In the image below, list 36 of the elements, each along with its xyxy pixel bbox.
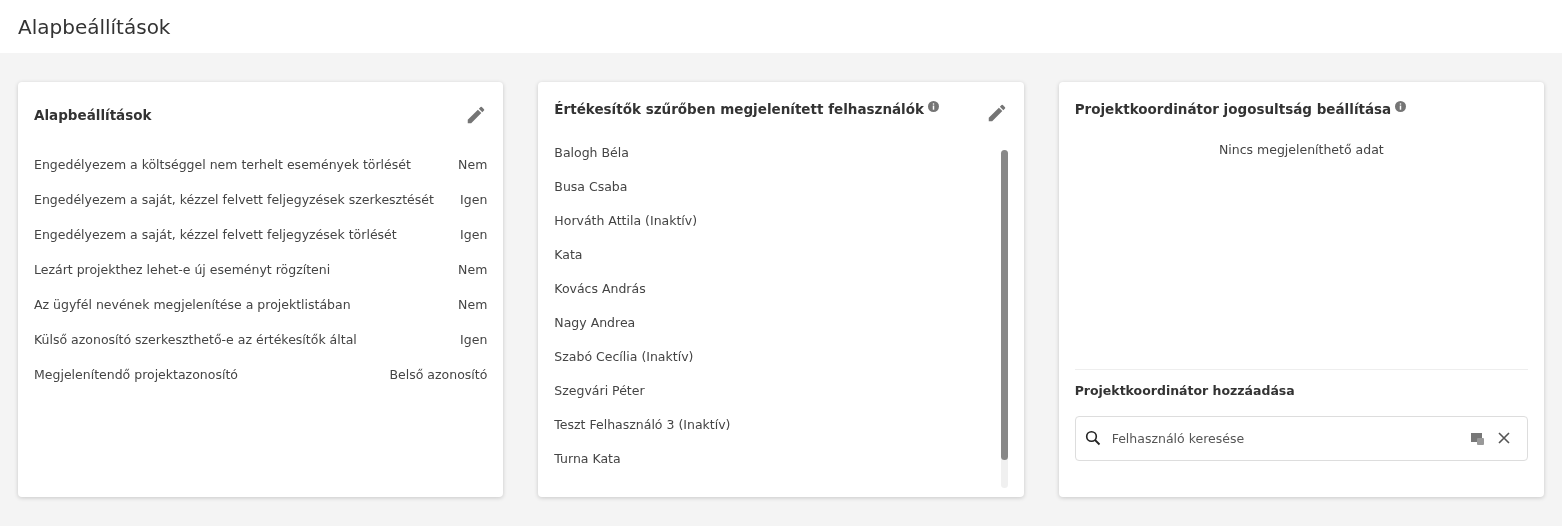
user-name: Nagy Andrea — [554, 313, 636, 332]
setting-value: Igen — [460, 226, 488, 245]
setting-label: Külső azonosító szerkeszthető-e az értékesítők által — [34, 331, 357, 350]
card-title: Értékesítők szűrőben megjelenített felhasználók — [554, 101, 939, 118]
info-icon — [1395, 101, 1407, 112]
user-name: Szegvári Péter — [554, 381, 645, 400]
card-title: Alapbeállítások — [34, 106, 152, 124]
user-name: Kata — [554, 245, 583, 264]
user-name: Balogh Béla — [554, 143, 629, 162]
user-name: Teszt Felhasználó 3 (Inaktív) — [554, 415, 731, 434]
setting-value: Nem — [458, 156, 488, 175]
setting-label: Az ügyfél nevének megjelenítése a projektlistában — [34, 296, 351, 315]
setting-value: Belső azonosító — [389, 366, 488, 385]
user-name: Kovács András — [554, 279, 646, 298]
search-field[interactable]: Felhasználó keresése — [1074, 416, 1528, 461]
setting-value: Igen — [460, 331, 488, 350]
empty-message: Nincs megjeleníthető adat — [1218, 142, 1384, 158]
setting-value: Nem — [458, 261, 488, 280]
user-name: Busa Csaba — [554, 177, 628, 196]
setting-label: Engedélyezem a saját, kézzel felvett feljegyzések törlését — [34, 226, 397, 245]
search-icon — [1084, 430, 1101, 446]
info-icon — [928, 101, 939, 112]
user-name: Horváth Attila (Inaktív) — [554, 211, 698, 230]
page-title: Alapbeállítások — [18, 14, 171, 39]
setting-label: Engedélyezem a költséggel nem terhelt események törlését — [34, 156, 411, 175]
user-name: Szabó Cecília (Inaktív) — [554, 347, 694, 366]
clear-button[interactable] — [1498, 432, 1510, 444]
section-title: Projektkoordinátor hozzáadása — [1074, 382, 1296, 401]
setting-label: Megjelenítendő projektazonosító — [34, 366, 238, 385]
user-name: Turna Kata — [554, 449, 621, 468]
card-title: Projektkoordinátor jogosultság beállítása — [1074, 101, 1528, 118]
setting-label: Engedélyezem a saját, kézzel felvett feljegyzések szerkesztését — [34, 191, 434, 210]
setting-value: Igen — [460, 191, 488, 210]
setting-value: Nem — [458, 296, 488, 315]
setting-label: Lezárt projekthez lehet-e új eseményt rögzíteni — [34, 261, 331, 280]
close-icon — [1498, 432, 1510, 444]
